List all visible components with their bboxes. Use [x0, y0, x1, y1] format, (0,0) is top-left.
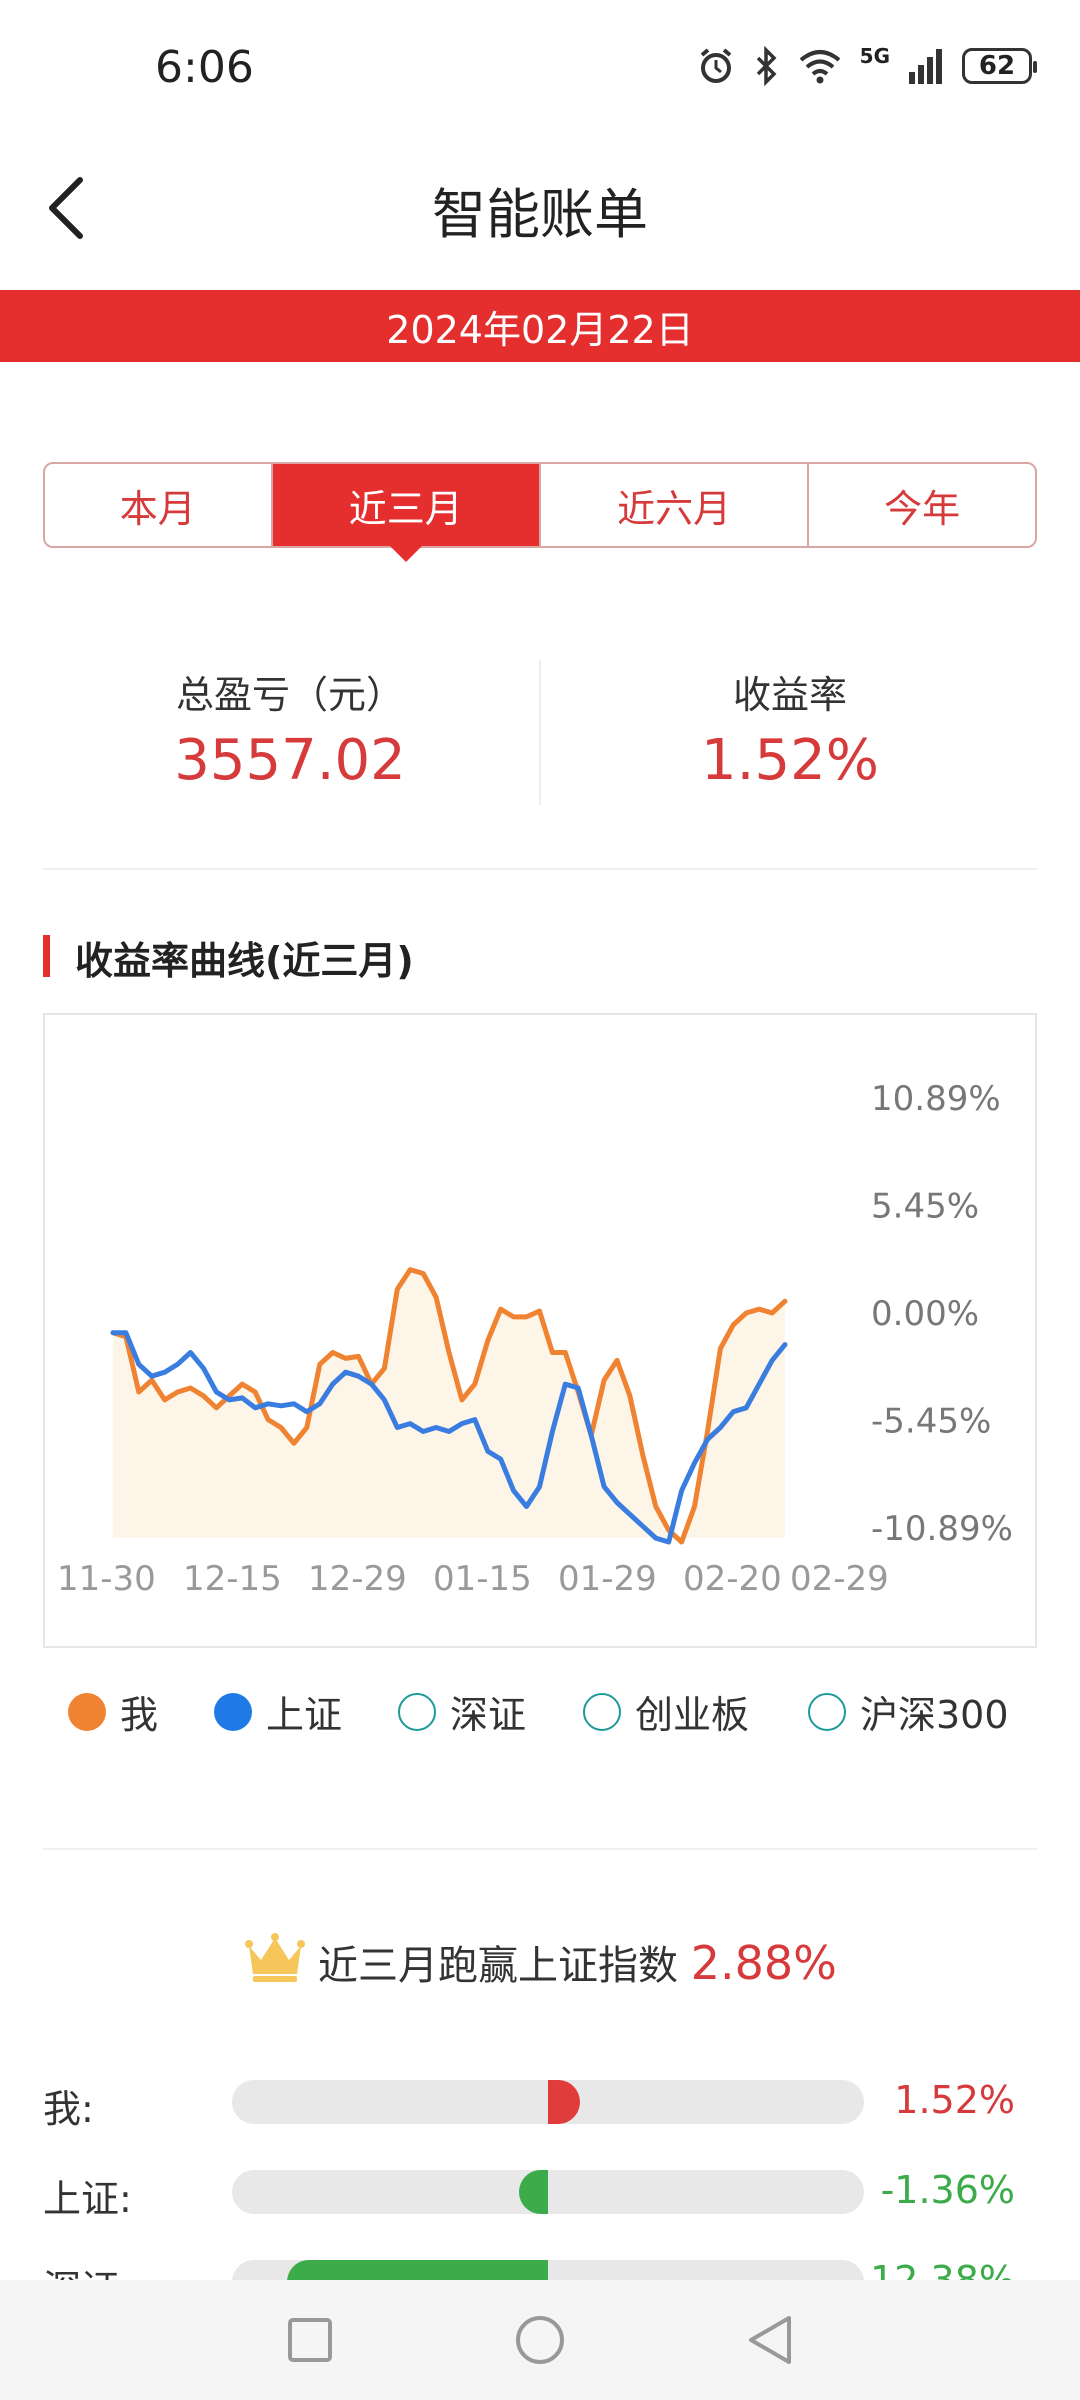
y-tick-label: 10.89% [871, 1079, 1001, 1119]
divider [43, 868, 1037, 870]
legend-dot-me [68, 1692, 106, 1731]
tab-this-month[interactable]: 本月 [45, 464, 273, 546]
legend-label-me: 我 [120, 1693, 159, 1737]
battery-icon: 62 [962, 48, 1037, 84]
bluetooth-icon [756, 46, 777, 86]
legend-label-csi300: 沪深300 [860, 1693, 1009, 1737]
network-5g-icon: 5G [859, 44, 890, 68]
beat-index-text: 近三月跑赢上证指数 2.88% [318, 1933, 837, 1991]
legend-dot-chinext [583, 1692, 621, 1731]
legend-item-shanghai[interactable]: 上证 [214, 1684, 342, 1739]
status-icons: 5G 62 [696, 44, 1037, 86]
home-button[interactable] [480, 2280, 600, 2400]
divider [43, 1848, 1037, 1850]
rank-value-shanghai: -1.36% [880, 2168, 1015, 2212]
page-title: 智能账单 [432, 183, 648, 246]
beat-index-label: 近三月跑赢上证指数 [318, 1943, 678, 1989]
yield-rate-label: 收益率 [732, 673, 847, 717]
legend-dot-csi300 [808, 1692, 846, 1731]
yield-rate-value: 1.52% [701, 728, 879, 793]
chart-section-title: 收益率曲线(近三月) [75, 939, 414, 983]
x-tick-label: 01-15 [433, 1559, 532, 1599]
system-nav-bar [0, 2280, 1080, 2400]
legend-label-chinext: 创业板 [635, 1693, 750, 1737]
beat-index-value: 2.88% [690, 1936, 837, 1990]
profit-label: 总盈亏（元） [175, 673, 404, 717]
alarm-icon [700, 48, 731, 83]
y-tick-label: 0.00% [871, 1294, 979, 1334]
rank-fill-me [548, 2080, 581, 2124]
x-tick-label: 12-15 [183, 1559, 282, 1599]
back-triangle-icon [749, 2316, 791, 2364]
legend-item-chinext[interactable]: 创业板 [583, 1684, 749, 1739]
date-banner-text: 2024年02月22日 [386, 307, 694, 352]
x-tick-label: 01-29 [558, 1559, 657, 1599]
x-tick-label: 02-29 [790, 1559, 889, 1599]
home-icon [516, 2316, 564, 2364]
wifi-icon [799, 50, 840, 84]
back-button[interactable] [710, 2280, 830, 2400]
summary-divider [539, 660, 541, 805]
rank-bar-me [232, 2080, 864, 2124]
legend-label-shenzhen: 深证 [450, 1693, 527, 1737]
y-tick-label: -10.89% [871, 1509, 1013, 1549]
rank-value-me: 1.52% [894, 2078, 1015, 2122]
legend-item-me[interactable]: 我 [68, 1684, 158, 1739]
legend-dot-shenzhen [398, 1692, 436, 1731]
period-tabs: 本月 近三月 近六月 今年 [43, 462, 1037, 562]
battery-level: 62 [978, 51, 1016, 81]
rank-label-me: 我: [43, 2087, 94, 2131]
profit-value: 3557.02 [174, 728, 406, 793]
yield-curve-chart: 10.89% 5.45% 0.00% -5.45% -10.89% 11-30 12-15 1… [43, 1013, 1037, 1648]
section-accent-bar [43, 935, 50, 977]
legend-item-shenzhen[interactable]: 深证 [398, 1684, 526, 1739]
signal-icon [909, 49, 942, 84]
chart-canvas: 10.89% 5.45% 0.00% -5.45% -10.89% 11-30 12-15 1… [57, 1079, 1013, 1599]
recents-button[interactable] [250, 2280, 370, 2400]
tab-this-year[interactable]: 今年 [809, 464, 1035, 546]
rank-fill-shanghai [519, 2170, 548, 2214]
tab-last-three-months[interactable]: 近三月 [272, 464, 541, 562]
status-time: 6:06 [155, 42, 254, 93]
rank-bar-shanghai [232, 2170, 864, 2214]
crown-icon [245, 1933, 305, 1982]
x-tick-label: 11-30 [57, 1559, 156, 1599]
x-tick-label: 12-29 [308, 1559, 407, 1599]
x-tick-label: 02-20 [683, 1559, 782, 1599]
tab-last-six-months[interactable]: 近六月 [541, 464, 810, 546]
legend-dot-shanghai [214, 1692, 252, 1731]
rank-label-shanghai: 上证: [43, 2177, 132, 2221]
y-tick-label: -5.45% [871, 1402, 991, 1442]
legend-label-shanghai: 上证 [266, 1693, 343, 1737]
y-tick-label: 5.45% [871, 1187, 979, 1227]
date-banner: 2024年02月22日 [0, 290, 1080, 362]
recents-icon [288, 2318, 332, 2362]
legend-item-csi300[interactable]: 沪深300 [808, 1684, 1009, 1739]
